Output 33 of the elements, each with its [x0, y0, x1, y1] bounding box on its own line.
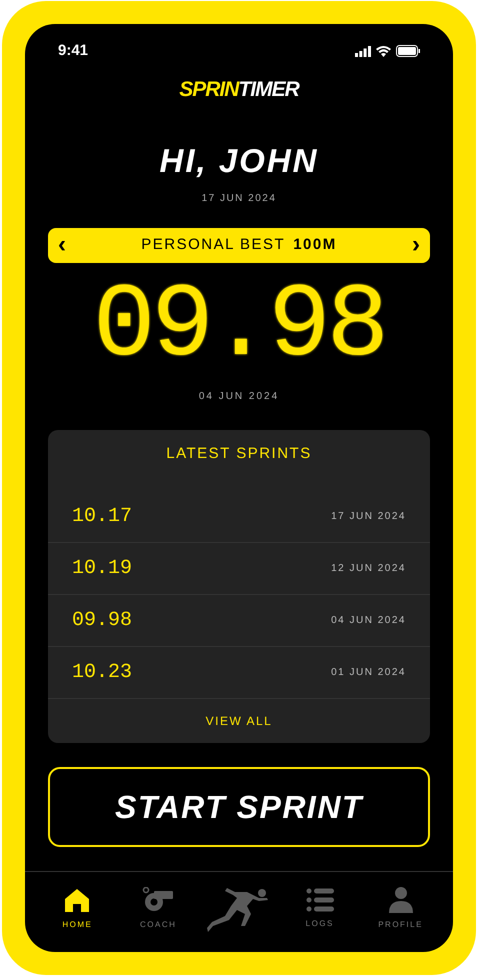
greeting-title: HI, JOHN — [159, 144, 319, 176]
nav-tab[interactable]: PROFILE — [364, 887, 437, 931]
previous-button[interactable]: ‹ — [58, 233, 66, 257]
runner-icon — [206, 886, 271, 932]
start-sprint-button[interactable]: START SPRINT — [48, 767, 430, 847]
best-time-date: 04 JUN 2024 — [198, 390, 280, 404]
sprint-time: 10.23 — [72, 660, 132, 686]
sprint-time: 09.98 — [72, 608, 132, 634]
sprint-date: 01 JUN 2024 — [331, 666, 406, 680]
personal-best-label: PERSONAL BEST — [141, 234, 286, 255]
signal-icon — [355, 46, 371, 56]
app-logo: SPRINTIMER — [179, 77, 299, 103]
latest-sprints-title: LATEST SPRINTS — [165, 444, 313, 464]
person-icon — [388, 887, 413, 913]
battery-icon — [396, 45, 420, 57]
sprint-date: 12 JUN 2024 — [331, 562, 406, 576]
nav-tab[interactable]: COACH — [122, 887, 194, 931]
distance-label: 100M — [293, 234, 337, 255]
nav-tab[interactable]: HOME — [41, 887, 114, 931]
home-icon — [64, 887, 90, 913]
sprint-date: 04 JUN 2024 — [331, 614, 406, 628]
sprint-date: 17 JUN 2024 — [331, 510, 406, 524]
next-button[interactable]: › — [412, 233, 420, 257]
list-icon — [306, 888, 334, 912]
sprint-time: 10.17 — [72, 504, 132, 530]
view-all-link[interactable]: VIEW ALL — [206, 699, 272, 743]
best-time: 09.98 — [92, 274, 386, 378]
whistle-icon — [142, 887, 174, 913]
nav-tab[interactable]: LOGS — [284, 888, 356, 930]
greeting-date: 17 JUN 2024 — [202, 192, 276, 206]
wifi-icon — [376, 46, 391, 56]
sprint-time: 10.19 — [72, 556, 132, 582]
status-time: 9:41 — [58, 40, 88, 61]
